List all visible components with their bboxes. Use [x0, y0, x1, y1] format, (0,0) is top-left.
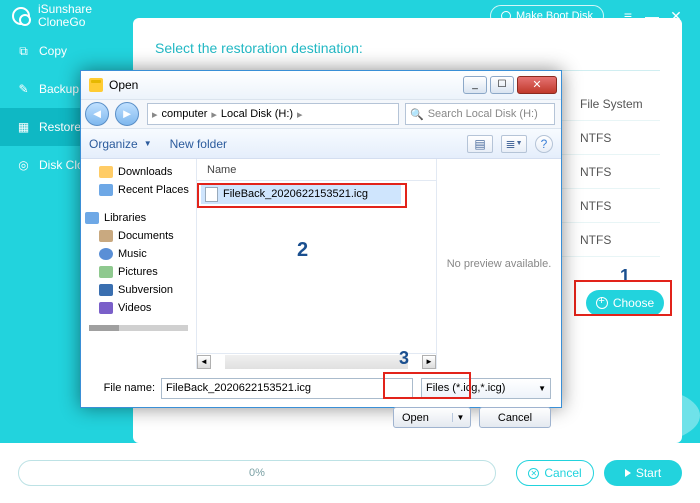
filename-label: File name: — [91, 382, 155, 394]
tree-documents[interactable]: Documents — [85, 227, 192, 245]
step-2-label: 2 — [297, 239, 308, 262]
tree-pictures[interactable]: Pictures — [85, 263, 192, 281]
folder-icon — [89, 78, 103, 92]
filename-input[interactable] — [161, 378, 413, 399]
cell-fs: NTFS — [580, 233, 660, 247]
cell-fs: NTFS — [580, 131, 660, 145]
dialog-title: Open — [109, 78, 138, 92]
filename-row: File name: Files (*.icg,*.icg)▼ — [81, 369, 561, 407]
copy-icon: ⧉ — [16, 44, 31, 59]
tree-scrollbar[interactable] — [89, 325, 188, 331]
highlight-box-open — [383, 372, 471, 399]
organize-menu[interactable]: Organize — [89, 137, 138, 151]
subversion-icon — [99, 284, 113, 296]
bottom-bar: 0% ✕Cancel Start — [0, 443, 700, 503]
brand: iSunshare CloneGo — [38, 3, 92, 29]
highlight-box-choose — [574, 280, 672, 316]
recent-icon — [99, 184, 113, 196]
progress-bar: 0% — [18, 460, 496, 486]
open-file-dialog: Open _ ☐ ✕ ◄ ► ▸computer ▸Local Disk (H:… — [80, 70, 562, 408]
preview-pane: No preview available. — [436, 159, 561, 369]
nav-forward-button[interactable]: ► — [115, 102, 139, 126]
libraries-icon — [85, 212, 99, 224]
restore-icon: ▦ — [16, 120, 31, 135]
open-button[interactable]: Open▼ — [393, 407, 471, 428]
tree-recent-places[interactable]: Recent Places — [85, 181, 192, 199]
dialog-minimize-button[interactable]: _ — [463, 76, 487, 94]
search-icon: 🔍 — [410, 108, 424, 121]
x-icon: ✕ — [528, 468, 539, 479]
dialog-nav: ◄ ► ▸computer ▸Local Disk (H:) ▸ 🔍Search… — [81, 99, 561, 129]
nav-back-button[interactable]: ◄ — [85, 102, 109, 126]
col-header-name[interactable]: Name — [197, 159, 436, 181]
preview-pane-button[interactable]: ▤ — [467, 135, 493, 153]
folder-icon — [99, 166, 113, 178]
tree-libraries[interactable]: Libraries — [85, 209, 192, 227]
col-header-filesystem: File System — [580, 97, 660, 111]
backup-icon: ✎ — [16, 82, 31, 97]
step-3-label: 3 — [399, 348, 409, 369]
chevron-down-icon: ▼ — [144, 139, 152, 148]
cancel-button[interactable]: ✕Cancel — [516, 460, 594, 486]
file-list: Name FileBack_2020622153521.icg 2 ◄► — [197, 159, 436, 369]
dialog-close-button[interactable]: ✕ — [517, 76, 557, 94]
search-input[interactable]: 🔍Search Local Disk (H:) — [405, 103, 555, 125]
start-button[interactable]: Start — [604, 460, 682, 486]
tree-music[interactable]: Music — [85, 245, 192, 263]
breadcrumb[interactable]: ▸computer ▸Local Disk (H:) ▸ — [147, 103, 399, 125]
tree-subversion[interactable]: Subversion — [85, 281, 192, 299]
new-folder-button[interactable]: New folder — [170, 137, 227, 151]
videos-icon — [99, 302, 113, 314]
play-icon — [625, 469, 631, 477]
tree-downloads[interactable]: Downloads — [85, 163, 192, 181]
page-heading: Select the restoration destination: — [155, 40, 660, 71]
help-button[interactable]: ? — [535, 135, 553, 153]
tree-videos[interactable]: Videos — [85, 299, 192, 317]
chevron-down-icon[interactable]: ▼ — [452, 413, 468, 422]
app-window: iSunshare CloneGo Make Boot Disk ≡ — ✕ ⧉… — [0, 0, 700, 503]
dialog-titlebar: Open _ ☐ ✕ — [81, 71, 561, 99]
view-mode-button[interactable]: ≣ ▼ — [501, 135, 527, 153]
music-icon — [99, 248, 113, 260]
dialog-maximize-button[interactable]: ☐ — [490, 76, 514, 94]
pictures-icon — [99, 266, 113, 278]
cell-fs: NTFS — [580, 165, 660, 179]
sidebar-item-copy[interactable]: ⧉Copy — [0, 32, 118, 70]
dialog-cancel-button[interactable]: Cancel — [479, 407, 551, 428]
disk-clone-icon: ◎ — [16, 158, 31, 173]
cell-fs: NTFS — [580, 199, 660, 213]
nav-tree[interactable]: Downloads Recent Places Libraries Docume… — [81, 159, 197, 369]
brand-line2: CloneGo — [38, 16, 92, 29]
dialog-toolbar: Organize ▼ New folder ▤ ≣ ▼ ? — [81, 129, 561, 159]
app-logo-icon — [12, 7, 30, 25]
highlight-box-file — [197, 183, 407, 208]
documents-icon — [99, 230, 113, 242]
